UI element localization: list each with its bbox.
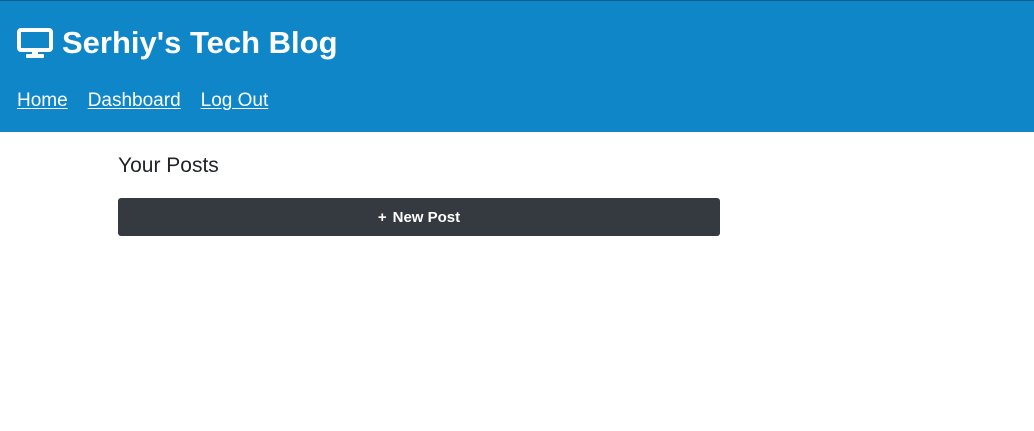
new-post-label: New Post [392, 208, 461, 226]
page-title: Your Posts [118, 154, 219, 177]
site-brand[interactable]: Serhiy's Tech Blog [17, 23, 338, 63]
plus-icon: + [377, 208, 387, 226]
monitor-icon [17, 25, 53, 61]
site-header: Serhiy's Tech Blog Home Dashboard Log Ou… [0, 0, 1034, 132]
site-title: Serhiy's Tech Blog [62, 25, 338, 60]
main-nav: Home Dashboard Log Out [17, 89, 268, 113]
dashboard-main: Your Posts + New Post [118, 152, 720, 236]
nav-link-dashboard[interactable]: Dashboard [88, 89, 181, 113]
nav-link-home[interactable]: Home [17, 89, 68, 113]
new-post-button[interactable]: + New Post [118, 198, 720, 236]
nav-link-logout[interactable]: Log Out [201, 89, 269, 113]
